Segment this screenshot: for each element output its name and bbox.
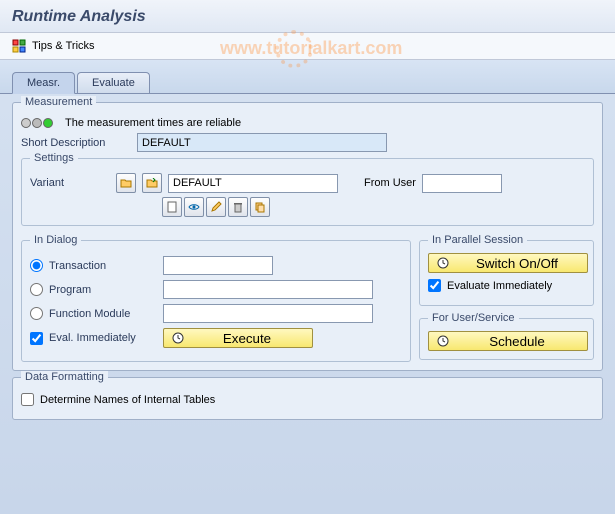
execute-label: Execute: [190, 331, 304, 346]
subgroup-parallel: In Parallel Session Switch On/Off Evalua…: [419, 240, 594, 306]
status-text: The measurement times are reliable: [65, 117, 241, 129]
tips-link[interactable]: Tips & Tricks: [32, 40, 95, 52]
variant-label: Variant: [30, 177, 110, 189]
schedule-button[interactable]: Schedule: [428, 331, 588, 351]
group-title-measurement: Measurement: [21, 96, 96, 108]
change-icon[interactable]: [206, 197, 226, 217]
switch-label: Switch On/Off: [455, 256, 579, 271]
execute-button[interactable]: Execute: [163, 328, 313, 348]
userservice-title: For User/Service: [428, 312, 519, 324]
from-user-input[interactable]: [422, 174, 502, 193]
group-formatting: Data Formatting Determine Names of Inter…: [12, 377, 603, 420]
toolbar: Tips & Tricks: [0, 33, 615, 60]
create-icon[interactable]: [162, 197, 182, 217]
settings-title: Settings: [30, 152, 78, 164]
tabstrip: Measr. Evaluate: [0, 60, 615, 93]
traffic-light-icon: [21, 118, 53, 128]
open-folder-icon[interactable]: [116, 173, 136, 193]
schedule-label: Schedule: [455, 334, 579, 349]
short-desc-label: Short Description: [21, 137, 131, 149]
short-desc-input[interactable]: [137, 133, 387, 152]
transaction-radio[interactable]: [30, 259, 43, 272]
tab-evaluate[interactable]: Evaluate: [77, 72, 150, 93]
copy-icon[interactable]: [250, 197, 270, 217]
program-input[interactable]: [163, 280, 373, 299]
eval-immediately-label: Eval. Immediately: [49, 332, 157, 344]
eval-immediately-checkbox[interactable]: [30, 332, 43, 345]
tab-content: Measurement The measurement times are re…: [0, 93, 615, 514]
subgroup-settings: Settings Variant From User: [21, 158, 594, 226]
parallel-eval-label: Evaluate Immediately: [447, 280, 552, 292]
formatting-title: Data Formatting: [21, 371, 108, 383]
tab-measr[interactable]: Measr.: [12, 72, 75, 94]
transaction-input[interactable]: [163, 256, 273, 275]
fm-label: Function Module: [49, 308, 157, 320]
in-dialog-title: In Dialog: [30, 234, 81, 246]
clock-icon: [437, 257, 449, 269]
fm-input[interactable]: [163, 304, 373, 323]
determine-names-checkbox[interactable]: [21, 393, 34, 406]
delete-icon[interactable]: [228, 197, 248, 217]
subgroup-in-dialog: In Dialog Transaction Program: [21, 240, 411, 362]
determine-names-label: Determine Names of Internal Tables: [40, 394, 215, 406]
variant-input[interactable]: [168, 174, 338, 193]
from-user-label: From User: [364, 177, 416, 189]
page-title: Runtime Analysis: [12, 8, 603, 26]
tips-icon: [12, 39, 28, 53]
clock-icon: [437, 335, 449, 347]
switch-onoff-button[interactable]: Switch On/Off: [428, 253, 588, 273]
parallel-eval-checkbox[interactable]: [428, 279, 441, 292]
save-variant-icon[interactable]: [142, 173, 162, 193]
program-label: Program: [49, 284, 157, 296]
parallel-title: In Parallel Session: [428, 234, 527, 246]
program-radio[interactable]: [30, 283, 43, 296]
clock-icon: [172, 332, 184, 344]
subgroup-userservice: For User/Service Schedule: [419, 318, 594, 360]
window-header: Runtime Analysis: [0, 0, 615, 33]
display-icon[interactable]: [184, 197, 204, 217]
fm-radio[interactable]: [30, 307, 43, 320]
group-measurement: Measurement The measurement times are re…: [12, 102, 603, 371]
transaction-label: Transaction: [49, 260, 157, 272]
